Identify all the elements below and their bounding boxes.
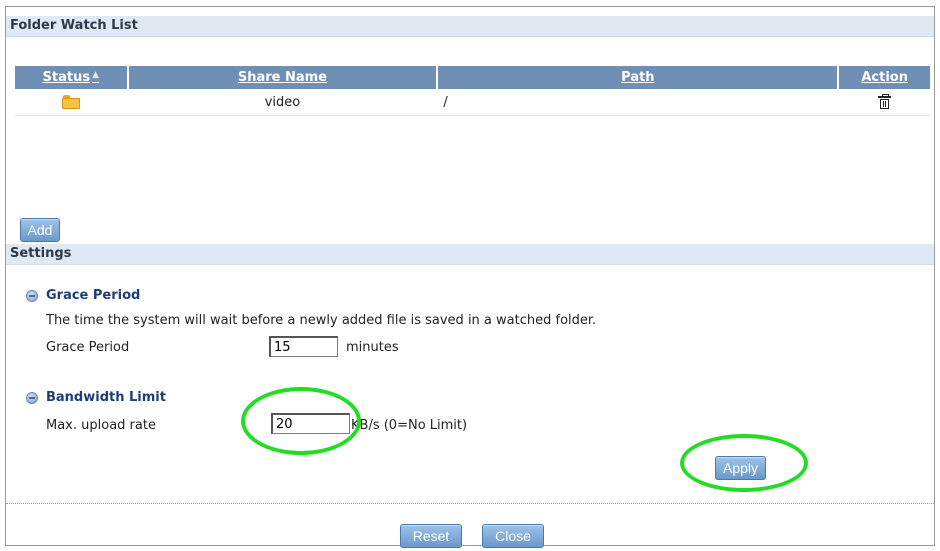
max-upload-rate-label: Max. upload rate (46, 418, 156, 433)
grace-period-unit: minutes (346, 340, 399, 355)
collapse-bullet-icon[interactable] (26, 392, 38, 404)
max-upload-rate-input[interactable] (271, 413, 350, 434)
collapse-bullet-icon[interactable] (26, 290, 38, 302)
sort-up-arrow-icon[interactable]: ▲ (92, 70, 99, 80)
max-upload-rate-unit: KB/s (0=No Limit) (351, 418, 468, 433)
folder-watch-panel: Folder Watch List Status ▲ Share Name Pat… (5, 6, 935, 548)
column-header-share-name[interactable]: Share Name (127, 66, 439, 89)
table-header-row: Status ▲ Share Name Path Action (15, 66, 930, 89)
trash-icon[interactable] (877, 94, 891, 109)
column-header-action[interactable]: Action (838, 66, 930, 89)
share-name-cell: video (127, 89, 438, 116)
status-header-label[interactable]: Status (43, 70, 91, 85)
table-row: video / (15, 89, 930, 116)
column-header-path[interactable]: Path (437, 66, 840, 89)
reset-button[interactable]: Reset (400, 524, 462, 548)
folder-watch-table: Status ▲ Share Name Path Action video / (15, 66, 930, 116)
grace-period-heading: Grace Period (46, 288, 141, 303)
apply-button[interactable]: Apply (715, 456, 766, 480)
folder-watch-list-header: Folder Watch List (6, 16, 934, 37)
close-button[interactable]: Close (482, 524, 544, 548)
folder-icon (62, 95, 81, 109)
divider (6, 503, 934, 504)
grace-period-description: The time the system will wait before a n… (46, 313, 597, 328)
path-cell: / (437, 89, 839, 116)
bandwidth-limit-heading: Bandwidth Limit (46, 390, 166, 405)
column-header-status[interactable]: Status ▲ (15, 66, 129, 89)
settings-header: Settings (6, 244, 934, 265)
add-button[interactable]: Add (20, 218, 60, 242)
status-cell (15, 89, 128, 116)
grace-period-label: Grace Period (46, 340, 130, 355)
action-cell (838, 89, 930, 116)
grace-period-input[interactable] (269, 336, 338, 357)
